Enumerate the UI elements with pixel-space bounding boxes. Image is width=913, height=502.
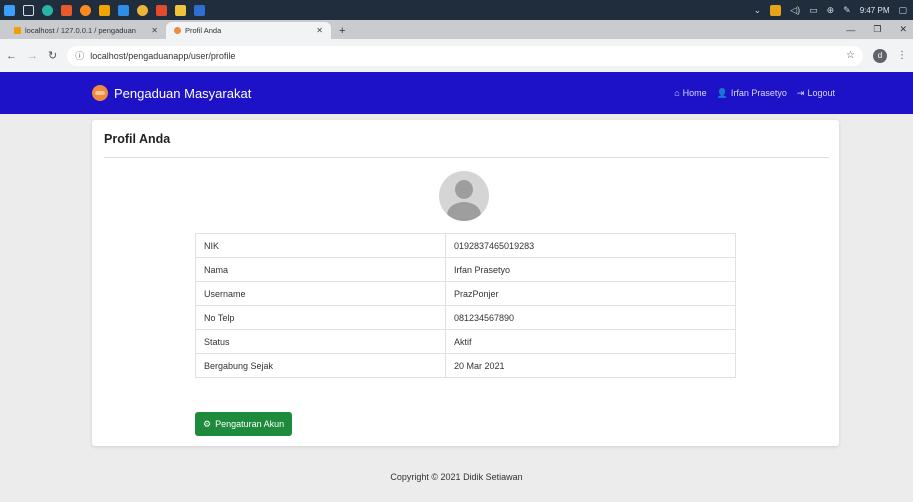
app-icon[interactable]	[61, 4, 72, 16]
explorer-icon[interactable]	[175, 4, 186, 16]
brand-title: Pengaduan Masyarakat	[114, 85, 252, 101]
row-value: 0192837465019283	[445, 233, 736, 258]
row-label: Username	[195, 281, 446, 306]
forward-icon[interactable]: →	[27, 50, 38, 62]
page-title: Profil Anda	[104, 132, 171, 146]
account-settings-label: Pengaturan Akun	[215, 419, 285, 429]
table-row: Status Aktif	[195, 329, 736, 354]
row-value: PrazPonjer	[445, 281, 736, 306]
back-icon[interactable]: ←	[6, 50, 17, 62]
nav-home-link[interactable]: ⌂ Home	[674, 88, 706, 98]
app-favicon-icon	[174, 27, 181, 34]
home-icon: ⌂	[674, 88, 680, 98]
tab-title: localhost / 127.0.0.1 / pengaduan	[25, 26, 136, 35]
table-row: Username PrazPonjer	[195, 281, 736, 306]
vscode-icon[interactable]	[118, 4, 129, 16]
phpmyadmin-icon	[14, 27, 21, 34]
windows-taskbar: ⌄ ◁) ▭ ⊕ ✎ 9:47 PM ▢	[0, 0, 913, 20]
row-value: 20 Mar 2021	[445, 353, 736, 378]
browser-menu-icon[interactable]: ⋮	[897, 50, 907, 61]
word-icon[interactable]	[194, 4, 205, 16]
table-row: No Telp 081234567890	[195, 305, 736, 330]
profile-avatar-icon[interactable]: d	[873, 48, 887, 63]
browser-tab-profil[interactable]: Profil Anda ✕	[166, 22, 331, 39]
battery-icon[interactable]: ▭	[809, 5, 818, 16]
new-tab-icon[interactable]: +	[331, 22, 353, 39]
restore-icon[interactable]: ❐	[873, 24, 881, 35]
table-row: Nama Irfan Prasetyo	[195, 257, 736, 282]
row-label: No Telp	[195, 305, 446, 330]
browser-tabstrip: localhost / 127.0.0.1 / pengaduan ✕ Prof…	[0, 20, 913, 39]
clock[interactable]: 9:47 PM	[860, 6, 890, 15]
firefox-icon[interactable]	[80, 4, 91, 16]
row-label: NIK	[195, 233, 446, 258]
info-icon[interactable]: ⓘ	[75, 49, 84, 62]
avatar	[439, 171, 489, 221]
notification-icon[interactable]: ▢	[898, 5, 907, 16]
logout-icon: ⇥	[796, 87, 805, 98]
account-settings-button[interactable]: ⚙ Pengaturan Akun	[195, 412, 293, 436]
row-value: 081234567890	[445, 305, 736, 330]
windows-icon[interactable]	[4, 4, 15, 16]
edge-icon[interactable]	[42, 4, 53, 16]
brand-logo-icon	[92, 85, 108, 101]
tab-title: Profil Anda	[185, 26, 222, 35]
divider	[104, 157, 829, 158]
profile-card: Profil Anda NIK 0192837465019283 Nama Ir…	[92, 120, 839, 446]
address-bar: ← → ↻ ⓘ localhost/pengaduanapp/user/prof…	[0, 39, 913, 72]
chevron-up-icon[interactable]: ⌄	[754, 5, 762, 16]
footer-copyright: Copyright © 2021 Didik Setiawan	[390, 472, 523, 482]
row-label: Bergabung Sejak	[195, 353, 446, 378]
app-navbar: Pengaduan Masyarakat ⌂ Home 👤 Irfan Pras…	[0, 72, 913, 114]
row-value: Irfan Prasetyo	[445, 257, 736, 282]
avatar-body	[447, 202, 481, 221]
row-label: Nama	[195, 257, 446, 282]
nav-logout-link[interactable]: ⇥ Logout	[797, 88, 835, 99]
table-row: Bergabung Sejak 20 Mar 2021	[195, 353, 736, 378]
close-icon[interactable]: ✕	[151, 26, 158, 35]
pen-icon[interactable]: ✎	[843, 5, 851, 16]
volume-icon[interactable]: ◁)	[790, 5, 800, 16]
git-icon[interactable]	[156, 4, 167, 16]
user-icon: 👤	[716, 87, 728, 98]
bookmark-star-icon[interactable]: ☆	[846, 50, 855, 61]
table-row: NIK 0192837465019283	[195, 233, 736, 258]
minimize-icon[interactable]: —	[846, 25, 855, 35]
profile-table: NIK 0192837465019283 Nama Irfan Prasetyo…	[195, 233, 736, 378]
task-view-icon[interactable]	[23, 4, 34, 16]
avatar-head	[455, 180, 473, 199]
chrome-icon[interactable]	[137, 4, 148, 16]
row-value: Aktif	[445, 329, 736, 354]
nav-user-link[interactable]: 👤 Irfan Prasetyo	[717, 88, 787, 99]
app-tray-icon[interactable]	[770, 4, 782, 16]
url-text: localhost/pengaduanapp/user/profile	[90, 50, 236, 61]
xampp-icon[interactable]	[99, 4, 110, 16]
row-label: Status	[195, 329, 446, 354]
network-icon[interactable]: ⊕	[827, 5, 835, 16]
reload-icon[interactable]: ↻	[48, 49, 57, 62]
close-window-icon[interactable]: ✕	[899, 24, 907, 35]
browser-tab-phpmyadmin[interactable]: localhost / 127.0.0.1 / pengaduan ✕	[6, 22, 166, 39]
cogs-icon: ⚙	[203, 418, 212, 429]
close-icon[interactable]: ✕	[316, 26, 323, 35]
url-input[interactable]: ⓘ localhost/pengaduanapp/user/profile ☆	[67, 45, 863, 66]
brand-link[interactable]: Pengaduan Masyarakat	[92, 72, 251, 114]
